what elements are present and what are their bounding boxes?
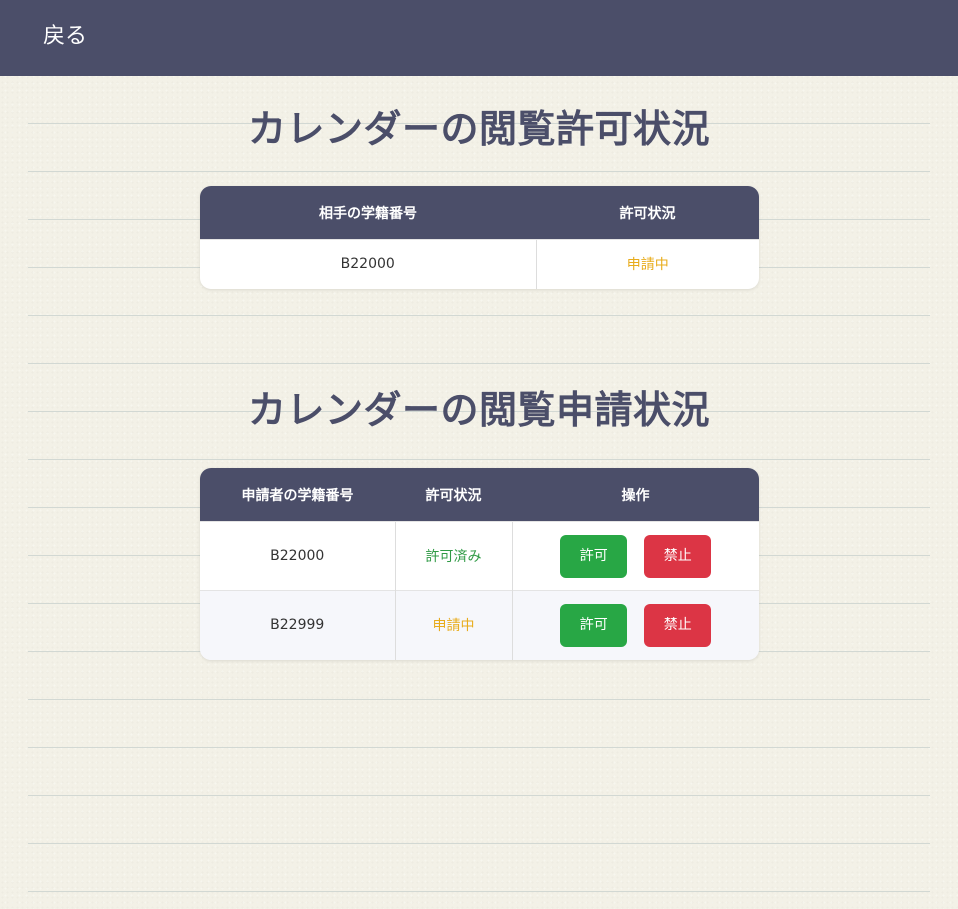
table-header-row: 相手の学籍番号 許可状況 — [200, 186, 759, 240]
column-header-status: 許可状況 — [395, 468, 512, 522]
status-badge: 申請中 — [535, 239, 759, 289]
status-badge: 許可済み — [394, 521, 512, 591]
applicant-student-id: B22999 — [200, 590, 395, 660]
table-row: B22999 申請中 許可 禁止 — [200, 590, 759, 660]
back-link[interactable]: 戻る — [43, 22, 87, 52]
table-row: B22000 許可済み 許可 禁止 — [200, 521, 759, 591]
actions-cell: 許可 禁止 — [511, 521, 759, 591]
actions-cell: 許可 禁止 — [511, 590, 759, 660]
column-header-actions: 操作 — [512, 468, 759, 522]
column-header-partner-id: 相手の学籍番号 — [200, 186, 536, 240]
deny-button[interactable]: 禁止 — [644, 603, 712, 647]
status-badge: 申請中 — [394, 590, 512, 660]
permission-status-title: カレンダーの閲覧許可状況 — [247, 107, 710, 151]
permission-status-table: 相手の学籍番号 許可状況 B22000 申請中 — [200, 186, 759, 289]
top-bar: 戻る — [0, 0, 958, 76]
approve-button[interactable]: 許可 — [560, 534, 628, 578]
table-row: B22000 申請中 — [200, 239, 759, 289]
applicant-student-id: B22000 — [200, 521, 395, 591]
partner-student-id: B22000 — [200, 239, 536, 289]
approve-button[interactable]: 許可 — [560, 603, 628, 647]
column-header-status: 許可状況 — [536, 186, 759, 240]
deny-button[interactable]: 禁止 — [644, 534, 712, 578]
column-header-applicant-id: 申請者の学籍番号 — [200, 468, 395, 522]
request-status-title: カレンダーの閲覧申請状況 — [247, 388, 710, 432]
request-status-table: 申請者の学籍番号 許可状況 操作 B22000 許可済み 許可 禁止 B22999… — [200, 468, 759, 660]
table-header-row: 申請者の学籍番号 許可状況 操作 — [200, 468, 759, 522]
